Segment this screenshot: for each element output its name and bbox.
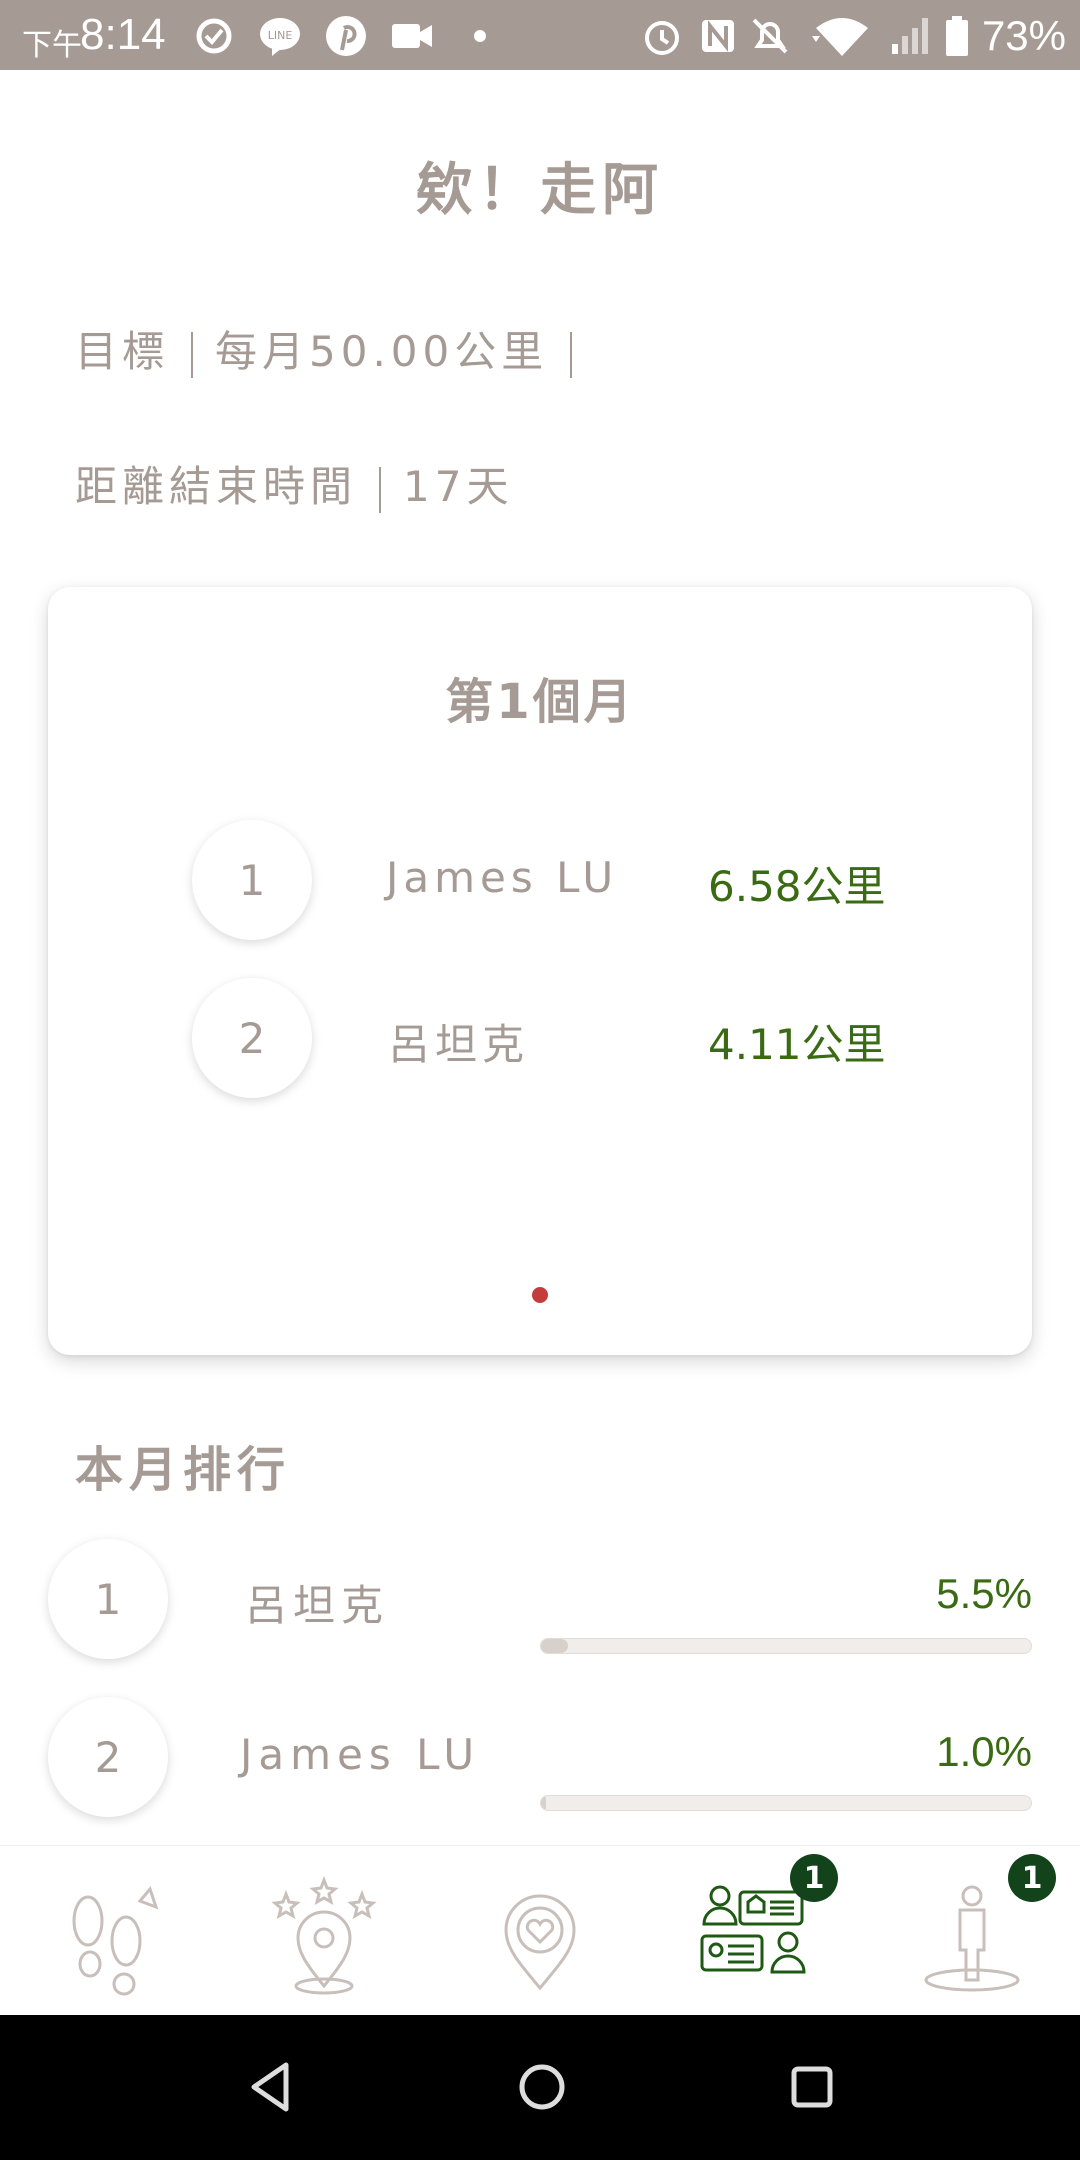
- notification-badge: 1: [790, 1854, 838, 1902]
- home-icon[interactable]: [512, 2057, 572, 2117]
- signal-icon: [892, 18, 928, 54]
- alarm-icon: [645, 21, 679, 55]
- divider: [570, 331, 573, 378]
- nav-item-footsteps[interactable]: [48, 1876, 168, 1996]
- notification-badge: 1: [1008, 1854, 1056, 1902]
- recents-icon[interactable]: [782, 2057, 842, 2117]
- card-row-name: 呂坦克: [388, 1020, 530, 1069]
- pinterest-icon: [326, 16, 366, 56]
- remaining-value: 17天: [403, 462, 514, 511]
- card-row-name: James LU: [386, 853, 619, 902]
- ranking-row-percent: 1.0%: [936, 1728, 1032, 1775]
- battery-percent: 73%: [981, 12, 1066, 59]
- back-icon[interactable]: [242, 2057, 302, 2117]
- remaining-line: 距離結束時間 17天: [75, 453, 513, 514]
- divider: [191, 331, 194, 378]
- progress-fill: [541, 1639, 568, 1653]
- rank-badge: 1: [48, 1539, 168, 1659]
- nfc-icon: [702, 20, 734, 52]
- card-row-distance: 6.58公里: [708, 862, 886, 911]
- heart-location-icon: [504, 1894, 576, 1991]
- goal-value: 每月50.00公里: [215, 327, 549, 376]
- ranking-row-name: James LU: [240, 1730, 481, 1779]
- section-title: 本月排行: [75, 1442, 292, 1498]
- progress-fill: [541, 1796, 546, 1810]
- status-time: 8:14: [80, 10, 166, 59]
- dot-icon: [474, 30, 486, 42]
- line-icon: LINE: [260, 18, 300, 56]
- rank-badge: 2: [48, 1697, 168, 1817]
- sync-icon: [196, 18, 232, 54]
- rank-badge: 1: [192, 820, 312, 940]
- status-bar: 下午 8:14 LINE 73%: [0, 0, 1080, 70]
- svg-text:LINE: LINE: [268, 29, 293, 42]
- progress-bar: [540, 1638, 1032, 1654]
- card-row-distance: 4.11公里: [708, 1020, 886, 1069]
- star-location-icon: [271, 1875, 377, 1995]
- wifi-icon: [812, 18, 868, 56]
- progress-bar: [540, 1795, 1032, 1811]
- nav-item-heart-location[interactable]: [480, 1876, 600, 1996]
- card-title: 第1個月: [445, 674, 635, 730]
- status-time-prefix: 下午: [22, 28, 82, 63]
- monthly-leaderboard-card[interactable]: 第1個月 1 James LU 6.58公里 2 呂坦克 4.11公里: [48, 587, 1032, 1355]
- nav-item-group-chat[interactable]: 1: [696, 1854, 838, 1996]
- video-icon: [392, 24, 432, 48]
- page-title: 欸！走阿: [416, 158, 664, 223]
- system-nav-bar: [0, 2015, 1080, 2160]
- goal-line: 目標 每月50.00公里: [75, 318, 594, 379]
- footsteps-icon: [72, 1885, 159, 1996]
- nav-item-star-location[interactable]: [264, 1875, 384, 1996]
- divider: [379, 466, 382, 513]
- bottom-nav: 1 1: [0, 1845, 1080, 2015]
- remaining-label: 距離結束時間: [75, 462, 358, 511]
- ranking-row-name: 呂坦克: [245, 1581, 390, 1630]
- nav-item-profile[interactable]: 1: [912, 1854, 1056, 1996]
- page-indicator-dot[interactable]: [532, 1287, 548, 1303]
- rank-badge: 2: [192, 978, 312, 1098]
- battery-icon: [946, 16, 968, 56]
- goal-label: 目標: [75, 327, 170, 376]
- ranking-row-percent: 5.5%: [936, 1570, 1032, 1617]
- mute-icon: [752, 18, 788, 54]
